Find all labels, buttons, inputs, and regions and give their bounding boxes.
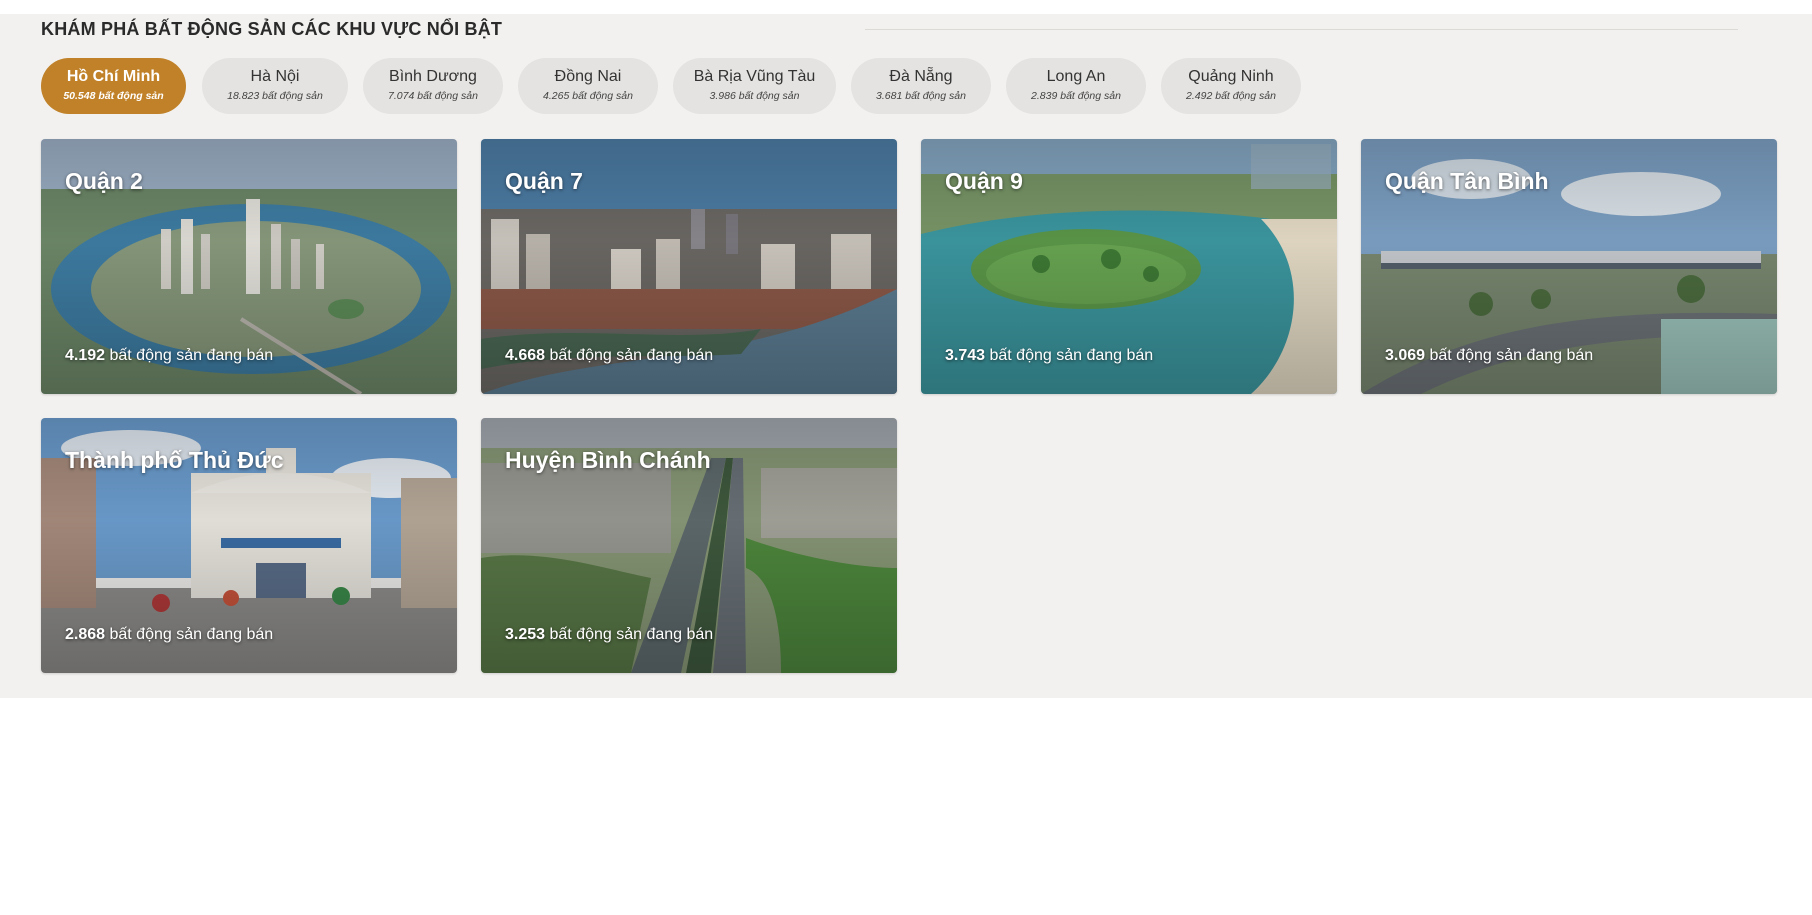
tab-dong-nai[interactable]: Đồng Nai 4.265 bất động sản [518,58,658,114]
tab-name: Long An [1046,68,1106,85]
listing-suffix: bất động sản đang bán [105,626,274,643]
area-card-quan-7[interactable]: Quận 7 4.668 bất động sản đang bán [481,139,897,394]
area-card-quan-9[interactable]: Quận 9 3.743 bất động sản đang bán [921,139,1337,394]
section-title: KHÁM PHÁ BẤT ĐỘNG SẢN CÁC KHU VỰC NỔI BẬ… [41,19,503,39]
tab-name: Hồ Chí Minh [66,68,161,85]
tab-name: Bà Rịa Vũng Tàu [693,68,816,85]
area-card-quan-2[interactable]: Quận 2 4.192 bất động sản đang bán [41,139,457,394]
tab-count: 50.548 bất động sản [63,90,164,102]
listing-number: 3.743 [945,347,986,364]
listing-suffix: bất động sản đang bán [985,347,1154,364]
listing-number: 2.868 [65,626,106,643]
tab-ho-chi-minh[interactable]: Hồ Chí Minh 50.548 bất động sản [41,58,186,114]
area-name: Thành phố Thủ Đức [65,447,284,473]
title-divider [865,29,1738,30]
tab-quang-ninh[interactable]: Quảng Ninh 2.492 bất động sản [1161,58,1301,114]
tab-count: 2.492 bất động sản [1186,90,1276,102]
area-listing-count: 4.192 bất động sản đang bán [65,347,273,365]
tab-count: 4.265 bất động sản [543,90,633,102]
tab-name: Hà Nội [250,68,300,85]
tab-ba-ria-vung-tau[interactable]: Bà Rịa Vũng Tàu 3.986 bất động sản [673,58,836,114]
tab-ha-noi[interactable]: Hà Nội 18.823 bất động sản [202,58,348,114]
listing-number: 4.668 [505,347,546,364]
listing-number: 3.069 [1385,347,1426,364]
listing-suffix: bất động sản đang bán [105,347,274,364]
listing-number: 3.253 [505,626,546,643]
tab-count: 3.681 bất động sản [876,90,966,102]
listing-suffix: bất động sản đang bán [545,347,714,364]
area-listing-count: 3.069 bất động sản đang bán [1385,347,1593,365]
tab-count: 3.986 bất động sản [709,90,800,102]
listing-suffix: bất động sản đang bán [545,626,714,643]
tab-name: Quảng Ninh [1188,68,1274,85]
area-name: Quận 9 [945,168,1023,194]
area-listing-count: 2.868 bất động sản đang bán [65,626,273,644]
listing-number: 4.192 [65,347,106,364]
tab-long-an[interactable]: Long An 2.839 bất động sản [1006,58,1146,114]
area-listing-count: 3.743 bất động sản đang bán [945,347,1153,365]
page-top-strip [0,0,1812,14]
area-name: Quận Tân Bình [1385,168,1549,194]
tab-da-nang[interactable]: Đà Nẵng 3.681 bất động sản [851,58,991,114]
area-listing-count: 3.253 bất động sản đang bán [505,626,713,644]
area-listing-count: 4.668 bất động sản đang bán [505,347,713,365]
area-name: Quận 7 [505,168,583,194]
area-card-binh-chanh[interactable]: Huyện Bình Chánh 3.253 bất động sản đang… [481,418,897,673]
tab-name: Bình Dương [389,68,477,85]
area-card-quan-tan-binh[interactable]: Quận Tân Bình 3.069 bất động sản đang bá… [1361,139,1777,394]
tab-name: Đà Nẵng [889,68,953,85]
tab-binh-duong[interactable]: Bình Dương 7.074 bất động sản [363,58,503,114]
listing-suffix: bất động sản đang bán [1425,347,1594,364]
tab-count: 2.839 bất động sản [1031,90,1121,102]
area-name: Quận 2 [65,168,143,194]
tab-name: Đồng Nai [554,68,622,85]
area-card-thu-duc[interactable]: Thành phố Thủ Đức 2.868 bất động sản đan… [41,418,457,673]
tab-count: 18.823 bất động sản [227,90,323,102]
area-name: Huyện Bình Chánh [505,447,711,473]
tab-count: 7.074 bất động sản [388,90,478,102]
featured-areas-section: KHÁM PHÁ BẤT ĐỘNG SẢN CÁC KHU VỰC NỔI BẬ… [0,14,1812,698]
